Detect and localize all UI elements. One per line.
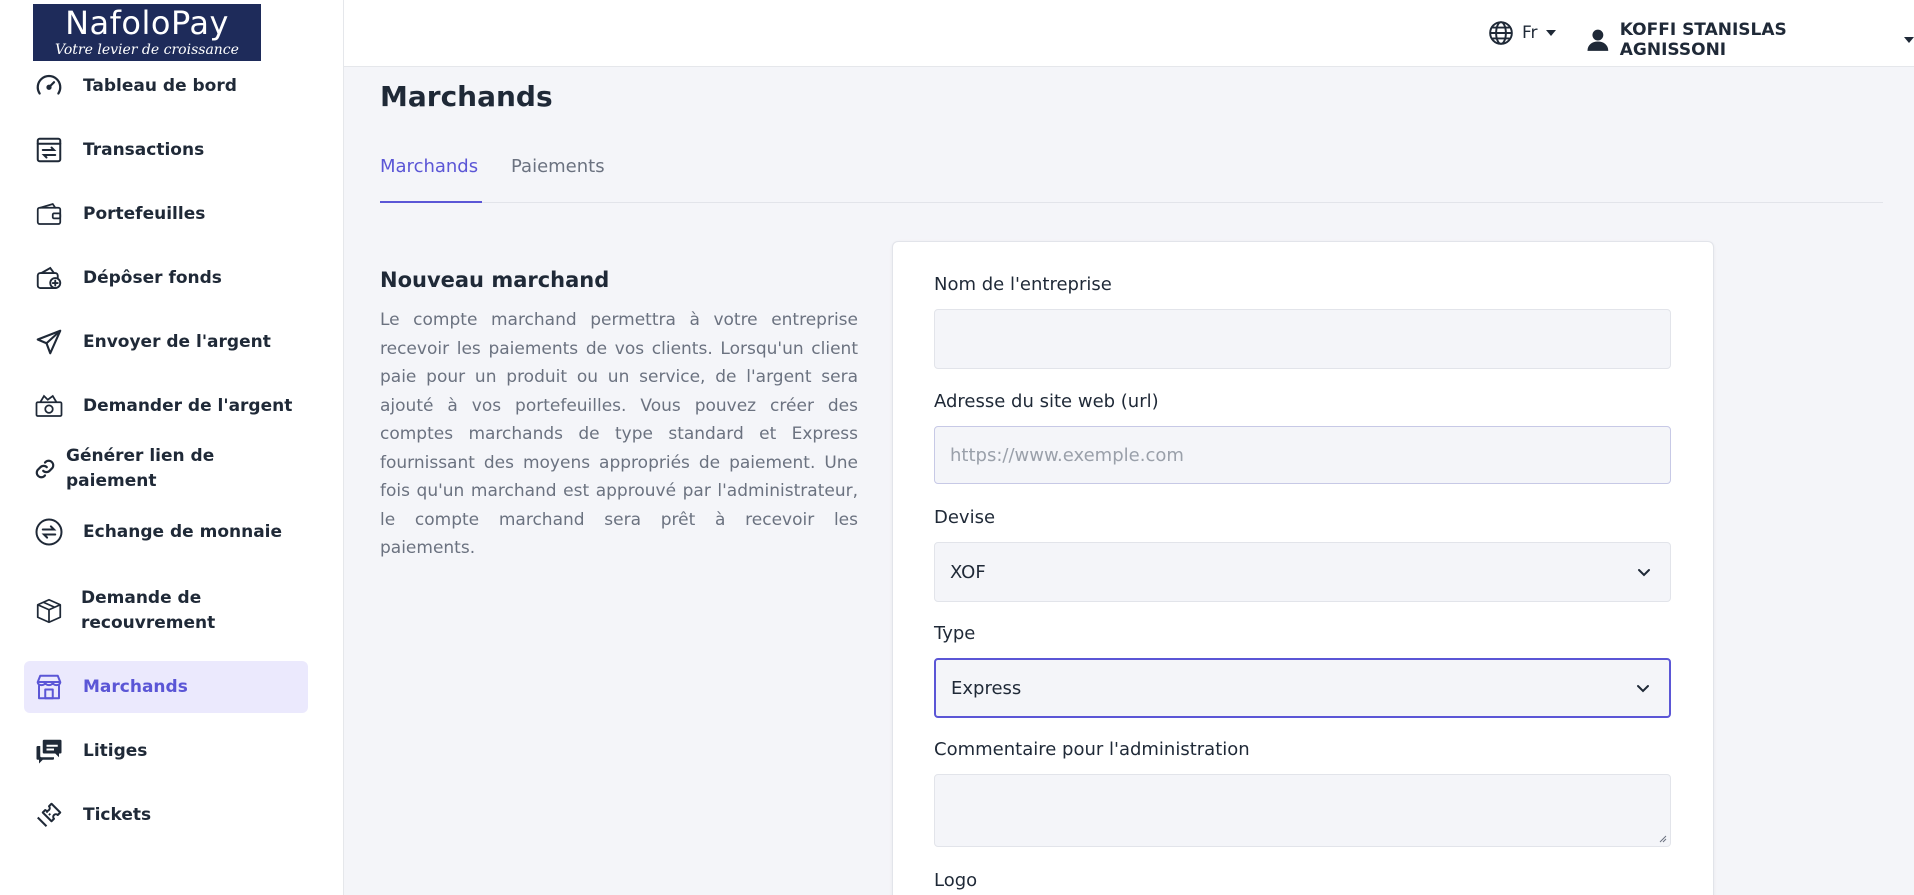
user-name: KOFFI STANISLAS AGNISSONI — [1619, 20, 1787, 60]
company-name-input[interactable] — [934, 309, 1671, 369]
sidebar-item-label: Générer lien de paiement — [66, 446, 215, 491]
chevron-down-icon — [1637, 685, 1649, 693]
transactions-icon — [32, 133, 66, 167]
sidebar-item-label: Echange de monnaie — [83, 521, 283, 542]
page-title: Marchands — [380, 80, 553, 113]
website-placeholder: https://www.exemple.com — [950, 444, 1184, 466]
deposit-wallet-icon — [32, 261, 66, 295]
sidebar-item-label: Marchands — [83, 676, 188, 697]
sidebar-item-echange[interactable]: Echange de monnaie — [24, 506, 308, 558]
sidebar-item-label: Portefeuilles — [83, 203, 206, 224]
user-menu[interactable]: KOFFI STANISLAS AGNISSONI — [1586, 20, 1914, 60]
exchange-icon — [32, 515, 66, 549]
sidebar-item-label: Tableau de bord — [83, 75, 237, 96]
logo-label: Logo — [934, 870, 978, 891]
globe-icon — [1489, 21, 1513, 45]
sidebar-item-envoyer[interactable]: Envoyer de l'argent — [24, 316, 308, 368]
sidebar-item-lien-paiement[interactable]: Générer lien de paiement — [24, 443, 308, 495]
language-selector[interactable]: Fr — [1488, 20, 1556, 46]
sidebar-item-label: Demander de l'argent — [83, 395, 293, 416]
currency-label: Devise — [934, 507, 996, 528]
store-icon — [32, 670, 66, 704]
sidebar-item-tickets[interactable]: Tickets — [24, 789, 308, 841]
box-icon — [32, 594, 66, 628]
website-input[interactable]: https://www.exemple.com — [934, 426, 1671, 484]
money-request-icon — [32, 389, 66, 423]
chat-icon — [32, 734, 66, 768]
sidebar-item-label: Litiges — [83, 740, 148, 761]
chevron-down-icon — [1638, 569, 1650, 577]
comment-textarea[interactable] — [934, 774, 1671, 847]
section-title: Nouveau marchand — [380, 268, 610, 292]
tab-bar: Marchands Paiements — [380, 148, 1883, 203]
sidebar-item-label: Transactions — [83, 139, 205, 160]
chevron-down-icon — [1904, 37, 1914, 43]
currency-select[interactable]: XOF — [934, 542, 1671, 602]
website-label: Adresse du site web (url) — [934, 391, 1159, 412]
type-select[interactable]: Express — [934, 658, 1671, 718]
brand-name: NafoloPay — [65, 4, 229, 42]
sidebar-item-recouvrement[interactable]: Demande de recouvrement — [24, 582, 308, 640]
speedometer-icon — [32, 69, 66, 103]
brand-tagline: Votre levier de croissance — [55, 42, 239, 58]
brand-logo[interactable]: NafoloPay Votre levier de croissance — [33, 4, 261, 61]
comment-label: Commentaire pour l'administration — [934, 739, 1250, 760]
sidebar-item-label: Demande de recouvrement — [81, 588, 216, 633]
section-description: Le compte marchand permettra à votre ent… — [380, 310, 858, 558]
sidebar: NafoloPay Votre levier de croissance Tab… — [0, 0, 344, 895]
sidebar-item-transactions[interactable]: Transactions — [24, 124, 308, 176]
type-value: Express — [951, 677, 1022, 699]
link-icon — [34, 452, 56, 486]
sidebar-item-tableau-de-bord[interactable]: Tableau de bord — [24, 60, 308, 112]
sidebar-item-deposer-fonds[interactable]: Dépôser fonds — [24, 252, 308, 304]
ticket-icon — [32, 798, 66, 832]
sidebar-item-litiges[interactable]: Litiges — [24, 725, 308, 777]
wallet-icon — [32, 197, 66, 231]
sidebar-item-label: Dépôser fonds — [83, 267, 222, 288]
sidebar-item-marchands[interactable]: Marchands — [24, 661, 308, 713]
sidebar-item-portefeuilles[interactable]: Portefeuilles — [24, 188, 308, 240]
sidebar-item-label: Tickets — [83, 804, 152, 825]
company-name-label: Nom de l'entreprise — [934, 274, 1112, 295]
type-label: Type — [934, 623, 976, 644]
language-label: Fr — [1522, 23, 1538, 43]
tab-marchands[interactable]: Marchands — [380, 156, 482, 203]
sidebar-item-demander[interactable]: Demander de l'argent — [24, 380, 308, 432]
sidebar-item-label: Envoyer de l'argent — [83, 331, 271, 352]
resize-grip-icon[interactable] — [1659, 835, 1667, 843]
send-icon — [32, 325, 66, 359]
chevron-down-icon — [1545, 30, 1556, 36]
currency-value: XOF — [950, 561, 986, 583]
user-icon — [1587, 29, 1609, 51]
tab-paiements[interactable]: Paiements — [511, 156, 605, 203]
